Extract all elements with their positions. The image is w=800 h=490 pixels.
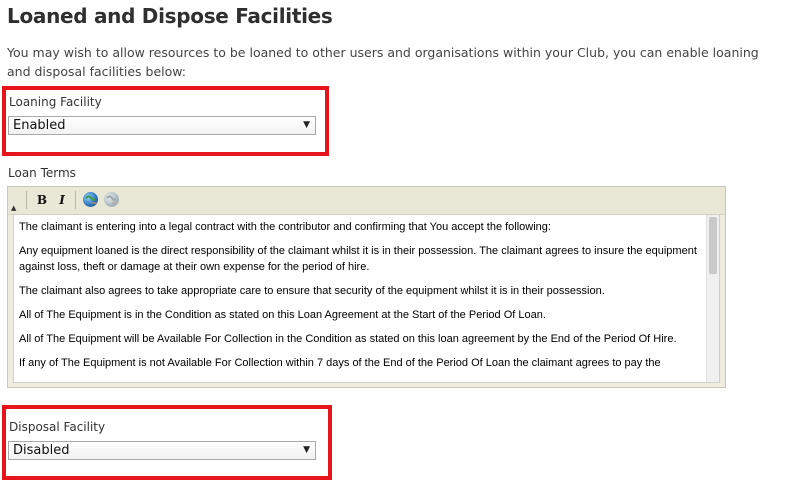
editor-toolbar: ▲ B I [8, 187, 725, 215]
collapse-arrow-icon[interactable]: ▲ [11, 204, 16, 212]
bold-button[interactable]: B [33, 192, 51, 208]
loan-terms-label: Loan Terms [8, 166, 76, 180]
disposal-facility-select[interactable]: Disabled ▼ [8, 441, 316, 460]
italic-button[interactable]: I [53, 192, 71, 208]
dropdown-arrow-icon: ▼ [303, 445, 310, 455]
loaning-facility-select[interactable]: Enabled ▼ [8, 116, 316, 135]
loan-terms-paragraph: The claimant also agrees to take appropr… [19, 285, 605, 297]
loan-terms-paragraph: The claimant is entering into a legal co… [19, 221, 551, 233]
loan-terms-paragraph: All of The Equipment is in the Condition… [19, 309, 546, 321]
unlink-icon[interactable] [104, 192, 119, 207]
loan-terms-paragraph: Any equipment loaned is the direct respo… [19, 245, 697, 273]
page-title: Loaned and Dispose Facilities [7, 4, 333, 28]
loan-terms-textarea[interactable]: The claimant is entering into a legal co… [13, 214, 720, 383]
dropdown-arrow-icon: ▼ [303, 120, 310, 130]
loan-terms-content: The claimant is entering into a legal co… [14, 215, 709, 379]
loaning-facility-value: Enabled [13, 118, 66, 133]
loaning-facility-label: Loaning Facility [9, 95, 102, 109]
toolbar-separator [75, 191, 76, 209]
disposal-facility-label: Disposal Facility [9, 420, 106, 434]
loan-terms-paragraph: If any of The Equipment is not Available… [19, 357, 661, 369]
intro-text: You may wish to allow resources to be lo… [7, 45, 759, 79]
toolbar-separator [26, 191, 27, 209]
loan-terms-editor: ▲ B I The claimant is entering into a le… [7, 186, 726, 388]
disposal-facility-value: Disabled [13, 443, 70, 458]
link-icon[interactable] [83, 192, 98, 207]
scrollbar-thumb[interactable] [709, 217, 717, 274]
vertical-scrollbar[interactable] [706, 215, 719, 382]
loan-terms-paragraph: All of The Equipment will be Available F… [19, 333, 677, 345]
